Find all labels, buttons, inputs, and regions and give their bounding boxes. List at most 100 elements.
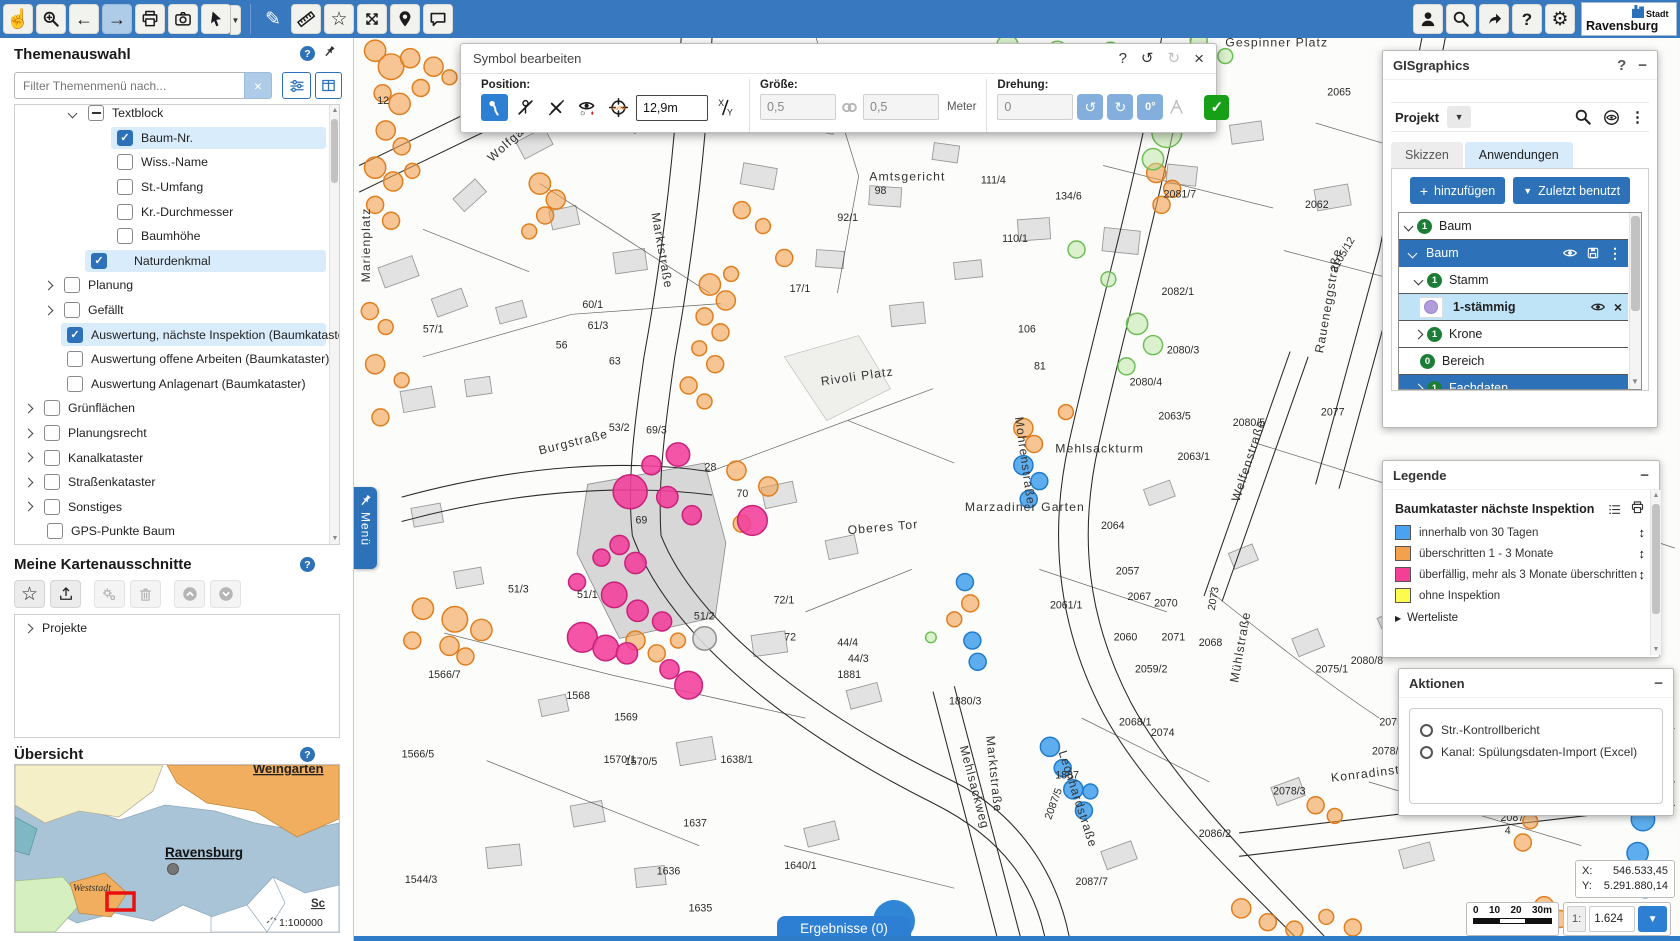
theme-item-kanalkataster[interactable]: Kanalkataster [15,445,328,470]
rotation-reset-button[interactable]: 0° [1137,94,1163,120]
eye-icon[interactable] [1562,245,1578,261]
checkbox[interactable] [44,474,60,490]
chevron-right-icon[interactable] [44,305,54,315]
app-tree-item-bereich[interactable]: 0Bereich [1399,348,1628,375]
legend-print-icon[interactable] [1630,500,1645,518]
floppy-icon[interactable] [1586,246,1600,260]
visibility-symbol-button[interactable] [574,94,601,121]
add-application-button[interactable]: + hinzufügen [1410,177,1505,204]
chevron-right-icon[interactable] [24,477,34,487]
cursor-dropdown-caret[interactable]: ▼ [230,5,241,35]
tree-marker-orange[interactable] [424,57,443,76]
tree-marker-orange[interactable] [376,121,395,140]
theme-item-auswertung-nächste-inspektion-baumkataster-[interactable]: ✓ Auswertung, nächste Inspektion (Baumka… [15,322,328,347]
print-button[interactable] [135,4,165,34]
tree-marker-orange[interactable] [404,632,421,649]
action-option[interactable]: Str.-Kontrollbericht [1420,719,1652,741]
theme-item-textblock[interactable]: Textblock [15,104,328,126]
tree-marker-blue[interactable] [969,653,986,670]
tab-skizzen[interactable]: Skizzen [1391,142,1463,168]
size-height-input[interactable] [863,94,939,120]
dialog-titlebar[interactable]: Symbol bearbeiten ? ↺ ↻ × [461,44,1216,74]
clip-move-down-button[interactable] [210,580,241,608]
favorite-star-button[interactable]: ☆ [324,4,354,34]
checkbox[interactable]: ✓ [67,327,83,343]
auto-crosshair-button[interactable]: AUTO [605,94,632,121]
zoom-in-button[interactable] [36,4,66,34]
actions-minimize-icon[interactable]: − [1654,676,1663,691]
tree-marker-orange[interactable] [383,212,400,229]
checkbox[interactable] [44,425,60,441]
theme-item-auswertung-offene-arbeiten-baumkataster-[interactable]: Auswertung offene Arbeiten (Baumkataster… [15,347,328,372]
tree-marker-orange[interactable] [1319,909,1334,924]
chevron-right-icon[interactable] [44,281,54,291]
tree-marker-gray[interactable] [693,627,716,650]
tab-anwendungen[interactable]: Anwendungen [1465,142,1573,168]
theme-filter-input[interactable] [14,72,244,99]
tree-marker-green[interactable] [1218,49,1233,64]
app-tree-item-stamm[interactable]: 1Stamm [1399,267,1628,294]
rotate-ccw-button[interactable]: ↺ [1077,94,1103,120]
app-tree-item-baum[interactable]: Baum⋮ [1399,240,1628,267]
position-distance-input[interactable] [636,95,708,121]
tree-marker-orange[interactable] [697,394,712,409]
tree-marker-green[interactable] [926,632,937,643]
tree-marker-orange[interactable] [1232,899,1251,918]
projects-tree-item[interactable]: Projekte [15,615,339,641]
tree-marker-orange[interactable] [692,341,707,356]
tree-marker-pink[interactable] [627,600,648,621]
dialog-redo-icon[interactable]: ↻ [1167,51,1180,66]
clip-favorite-button[interactable]: ☆ [14,580,45,608]
tree-marker-pink[interactable] [682,506,701,525]
legend-scrollbar[interactable]: ▲ ▼ [1650,490,1661,655]
app-tree-item-fachdaten[interactable]: 1Fachdaten [1399,375,1628,390]
chevron-right-icon[interactable] [1414,329,1424,339]
theme-item-grünflächen[interactable]: Grünflächen [15,396,328,421]
comment-bubble-button[interactable] [423,4,453,34]
tree-marker-orange[interactable] [1344,919,1361,936]
scale-value-input[interactable] [1589,906,1635,932]
overview-map-svg[interactable]: Weingarten Ravensburg Weststadt Sc 1:100… [15,765,339,932]
updown-icon[interactable]: ↕ [1639,567,1646,582]
tree-marker-orange[interactable] [712,324,729,341]
tree-marker-green[interactable] [1143,336,1162,355]
size-width-input[interactable] [760,94,836,120]
tree-marker-green[interactable] [1101,272,1116,287]
chevron-right-icon[interactable] [1414,383,1424,390]
tree-marker-orange[interactable] [1514,834,1531,851]
theme-help-icon[interactable]: ? [300,46,315,61]
tree-marker-orange[interactable] [405,163,420,178]
app-tree-item-baum[interactable]: 1Baum [1399,213,1628,240]
checkbox[interactable] [47,523,63,539]
tree-marker-orange[interactable] [412,79,429,96]
theme-item-gps-punkte-baum[interactable]: GPS-Punkte Baum [15,519,328,544]
tree-marker-pink[interactable] [675,671,703,699]
clip-delete-button[interactable] [130,580,161,608]
checkbox[interactable] [88,105,104,121]
measure-ruler-button[interactable] [291,4,321,34]
checkbox[interactable] [64,302,80,318]
layout-columns-button[interactable] [315,72,342,99]
theme-item-sonstiges[interactable]: Sonstiges [15,495,328,520]
gispanel-minimize-icon[interactable]: − [1638,58,1647,73]
tree-marker-pink[interactable] [657,486,678,507]
dialog-undo-icon[interactable]: ↺ [1141,51,1154,66]
legend-minimize-icon[interactable]: − [1640,468,1649,483]
snap-pin-button[interactable] [481,94,508,121]
theme-item-wiss-name[interactable]: Wiss.-Name [15,150,328,175]
tree-marker-orange[interactable] [412,598,433,619]
help-button[interactable]: ? [1512,4,1542,34]
tree-marker-pink[interactable] [625,552,646,573]
tree-marker-orange[interactable] [756,219,771,234]
project-kebab-icon[interactable]: ⋮ [1630,108,1645,126]
chevron-right-icon[interactable] [24,453,34,463]
theme-item-baum-nr-[interactable]: ✓ Baum-Nr. [15,126,328,151]
tree-marker-green[interactable] [1126,313,1147,334]
tree-marker-orange[interactable] [716,291,735,310]
tree-marker-orange[interactable] [696,308,713,325]
updown-icon[interactable]: ↕ [1639,525,1646,540]
menu-tab[interactable]: Menü [354,487,377,569]
chevron-down-icon[interactable] [1404,221,1414,231]
tree-marker-pink[interactable] [601,582,627,608]
dialog-help-icon[interactable]: ? [1119,51,1127,66]
